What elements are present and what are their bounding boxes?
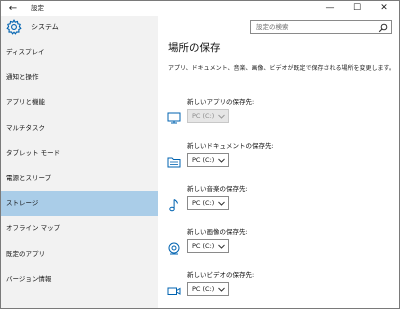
title-bar: ← 設定 — ☐ ✕ [1, 1, 399, 16]
sidebar-item-display[interactable]: ディスプレイ [1, 40, 158, 65]
music-note-icon [169, 199, 178, 212]
window-title: 設定 [31, 4, 44, 12]
page-title: 場所の保存 [168, 42, 221, 54]
back-button[interactable]: ← [5, 2, 21, 15]
camera-icon [168, 242, 180, 255]
save-location-row-pictures: 新しい画像の保存先: PC (C:) [158, 227, 399, 267]
sidebar-item-apps-features[interactable]: アプリと機能 [1, 90, 158, 115]
chevron-down-icon [218, 201, 225, 206]
save-location-row-videos: 新しいビデオの保存先: PC (C:) [158, 270, 399, 308]
close-button[interactable]: ✕ [373, 1, 395, 16]
chevron-down-icon [218, 158, 225, 163]
save-location-label: 新しいドキュメントの保存先: [187, 142, 274, 150]
save-location-label: 新しいアプリの保存先: [187, 98, 255, 106]
sidebar-item-notifications[interactable]: 通知と操作 [1, 65, 158, 90]
save-location-dropdown-documents[interactable]: PC (C:) [187, 153, 229, 167]
sidebar-item-tablet-mode[interactable]: タブレット モード [1, 141, 158, 166]
main-content: 設定の検索 場所の保存 アプリ、ドキュメント、音楽、画像、ビデオが既定で保存され… [158, 16, 399, 308]
gear-icon [6, 19, 22, 35]
sidebar-item-power-sleep[interactable]: 電源とスリープ [1, 166, 158, 191]
document-folder-icon [167, 157, 181, 168]
dropdown-value: PC (C:) [192, 199, 215, 207]
save-location-label: 新しい画像の保存先: [187, 228, 248, 236]
sidebar-item-multitasking[interactable]: マルチタスク [1, 116, 158, 141]
search-icon[interactable] [378, 23, 388, 33]
save-location-row-apps: 新しいアプリの保存先: PC (C:) [158, 97, 399, 137]
monitor-icon [167, 112, 181, 124]
dropdown-value: PC (C:) [192, 156, 215, 164]
sidebar-header: システム [1, 16, 158, 40]
save-location-row-documents: 新しいドキュメントの保存先: PC (C:) [158, 141, 399, 181]
save-location-dropdown-videos[interactable]: PC (C:) [187, 282, 229, 296]
settings-window: ← 設定 — ☐ ✕ システム ディスプレイ 通知と操作 アプリと機能 マルチタ… [0, 0, 400, 309]
video-camera-icon [167, 287, 181, 295]
save-location-label: 新しいビデオの保存先: [187, 271, 255, 279]
chevron-down-icon [218, 287, 225, 292]
maximize-button[interactable]: ☐ [346, 1, 368, 16]
save-location-dropdown-apps[interactable]: PC (C:) [187, 109, 229, 123]
sidebar-item-about[interactable]: バージョン情報 [1, 267, 158, 292]
sidebar-item-default-apps[interactable]: 既定のアプリ [1, 242, 158, 267]
save-location-dropdown-music[interactable]: PC (C:) [187, 196, 229, 210]
chevron-down-icon [218, 244, 225, 249]
save-location-label: 新しい音楽の保存先: [187, 185, 248, 193]
sidebar-nav: ディスプレイ 通知と操作 アプリと機能 マルチタスク タブレット モード 電源と… [1, 40, 158, 292]
dropdown-value: PC (C:) [192, 285, 215, 293]
page-description: アプリ、ドキュメント、音楽、画像、ビデオが既定で保存される場所を変更します。 [168, 65, 395, 72]
chevron-down-icon [218, 114, 225, 119]
app-name: システム [31, 23, 59, 31]
sidebar-item-offline-maps[interactable]: オフライン マップ [1, 216, 158, 241]
search-placeholder: 設定の検索 [256, 23, 289, 31]
save-location-row-music: 新しい音楽の保存先: PC (C:) [158, 184, 399, 224]
dropdown-value: PC (C:) [192, 242, 215, 250]
sidebar-item-storage[interactable]: ストレージ [1, 191, 158, 217]
sidebar: システム ディスプレイ 通知と操作 アプリと機能 マルチタスク タブレット モー… [1, 16, 158, 308]
save-location-dropdown-pictures[interactable]: PC (C:) [187, 239, 229, 253]
dropdown-value: PC (C:) [192, 112, 215, 120]
minimize-button[interactable]: — [319, 1, 341, 16]
search-input[interactable]: 設定の検索 [250, 20, 392, 34]
